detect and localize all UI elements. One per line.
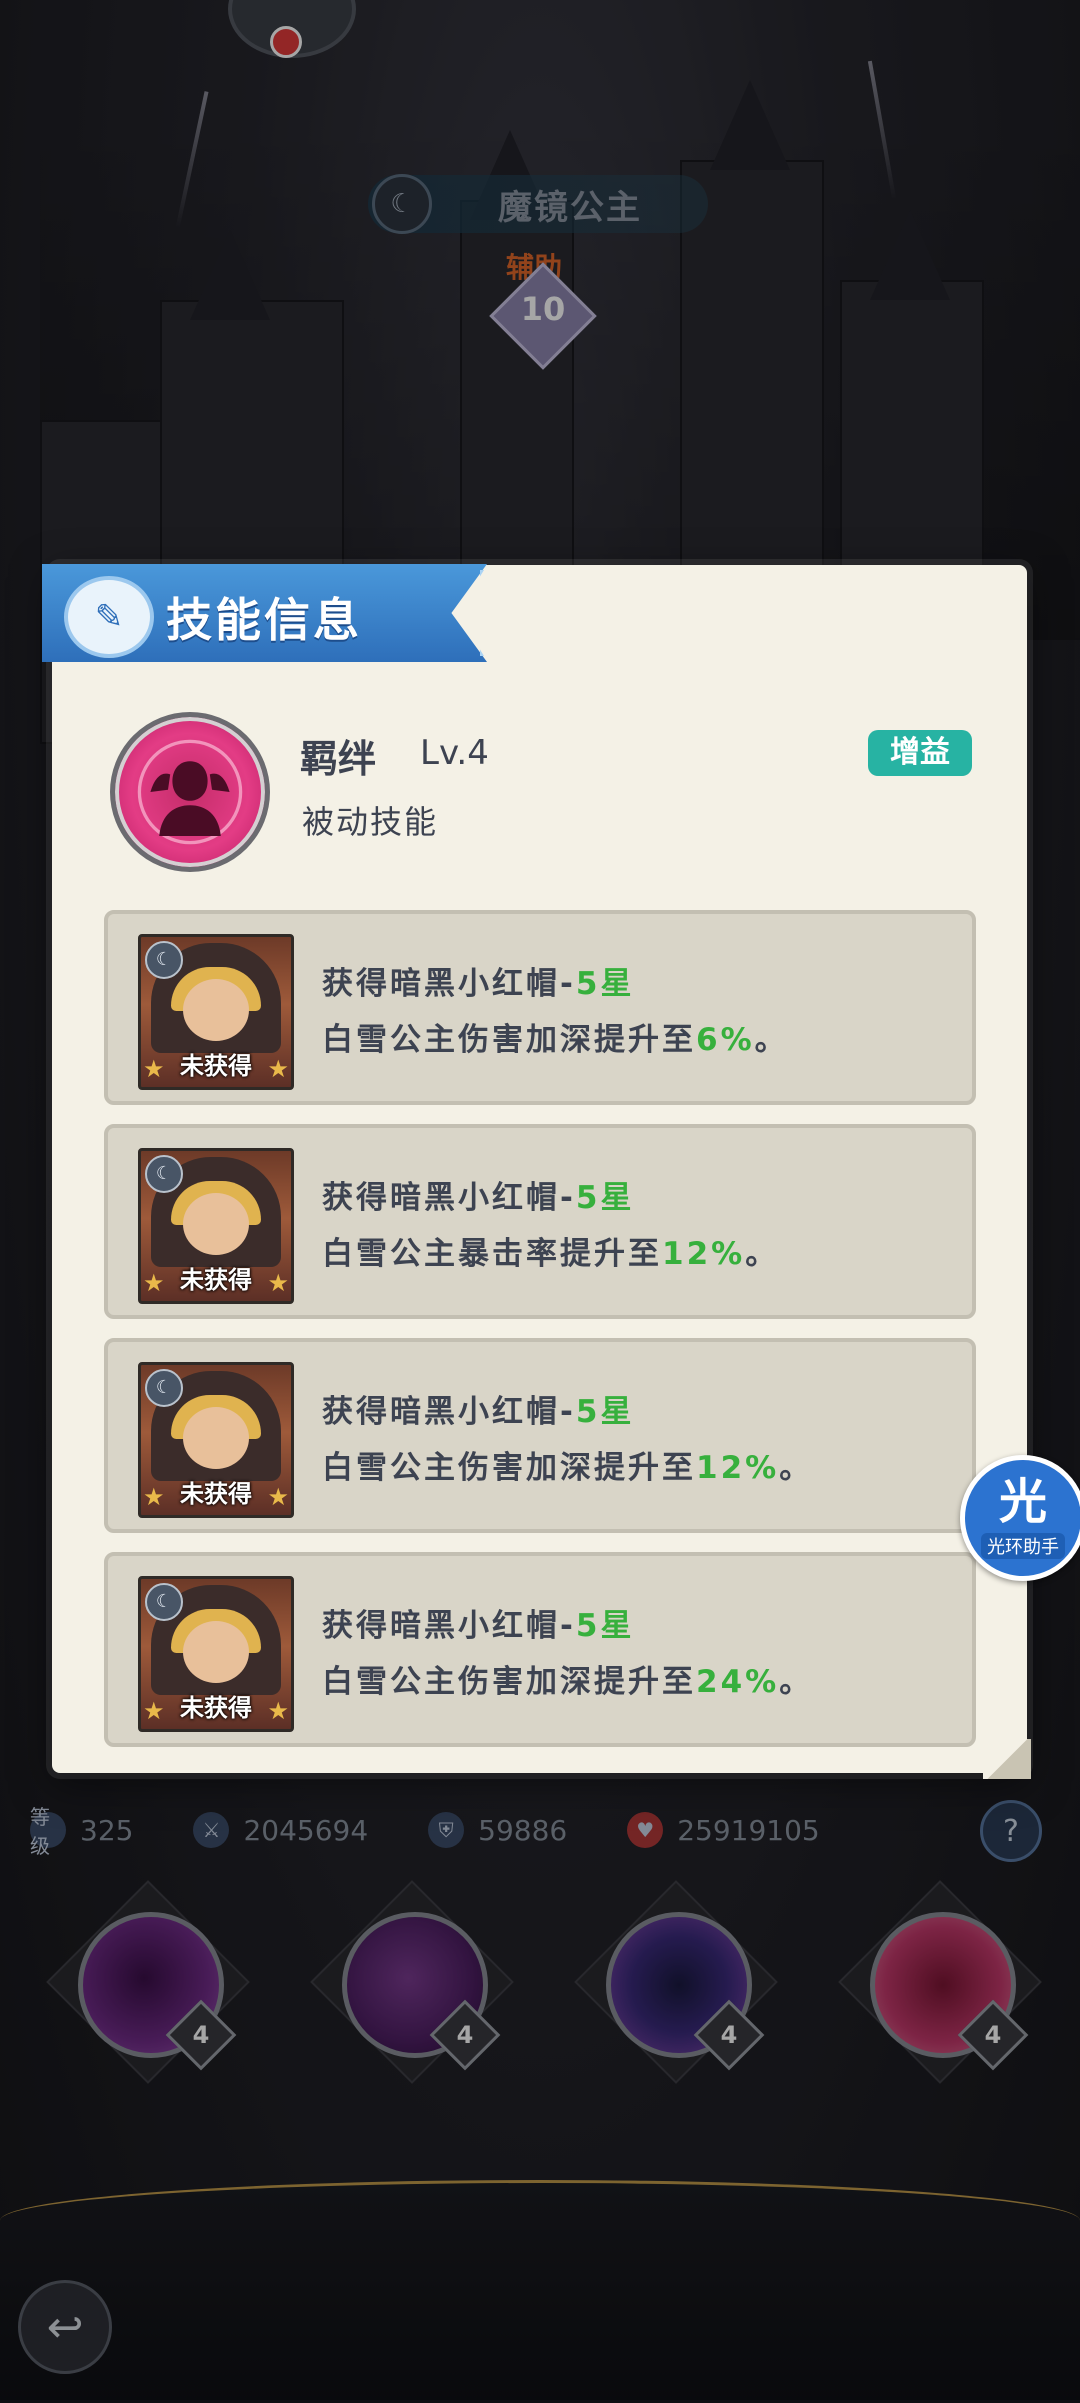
buff-badge: 增益	[868, 730, 972, 776]
bond-skill-large-icon	[110, 712, 270, 872]
modal-title: 技能信息	[166, 593, 362, 647]
faction-crest-icon: ☾	[145, 1155, 183, 1193]
skill-name: 羁绊	[300, 737, 377, 781]
condition-effect: 白雪公主伤害加深提升至6%。	[322, 1022, 789, 1058]
page-curl-corner	[983, 1739, 1031, 1779]
portrait-status: 未获得	[180, 1266, 252, 1294]
condition-card: ☾ ★ ★ 未获得 获得暗黑小红帽-5星 白雪公主伤害加深提升至6%。	[104, 910, 976, 1105]
condition-card: ☾ ★ ★ 未获得 获得暗黑小红帽-5星 白雪公主伤害加深提升至24%。	[104, 1552, 976, 1747]
hero-portrait[interactable]: ☾ ★ ★ 未获得	[138, 1148, 294, 1304]
condition-requirement: 获得暗黑小红帽-5星	[322, 1180, 635, 1216]
skill-level: Lv.4	[420, 733, 489, 773]
portrait-status: 未获得	[180, 1694, 252, 1722]
faction-crest-icon: ☾	[145, 1583, 183, 1621]
silhouette-icon	[137, 739, 243, 845]
portrait-status: 未获得	[180, 1052, 252, 1080]
condition-effect: 白雪公主暴击率提升至12%。	[322, 1236, 780, 1272]
hero-portrait[interactable]: ☾ ★ ★ 未获得	[138, 1362, 294, 1518]
helper-label: 光环助手	[981, 1533, 1065, 1559]
helper-glyph: 光	[998, 1474, 1047, 1530]
halo-assistant-button[interactable]: 光 光环助手	[960, 1455, 1080, 1581]
condition-card: ☾ ★ ★ 未获得 获得暗黑小红帽-5星 白雪公主暴击率提升至12%。	[104, 1124, 976, 1319]
hero-portrait[interactable]: ☾ ★ ★ 未获得	[138, 1576, 294, 1732]
condition-card: ☾ ★ ★ 未获得 获得暗黑小红帽-5星 白雪公主伤害加深提升至12%。	[104, 1338, 976, 1533]
skill-type: 被动技能	[302, 803, 439, 841]
condition-effect: 白雪公主伤害加深提升至24%。	[322, 1664, 814, 1700]
condition-requirement: 获得暗黑小红帽-5星	[322, 1608, 635, 1644]
scroll-icon: ✎	[64, 576, 154, 658]
faction-crest-icon: ☾	[145, 1369, 183, 1407]
condition-effect: 白雪公主伤害加深提升至12%。	[322, 1450, 814, 1486]
condition-requirement: 获得暗黑小红帽-5星	[322, 966, 635, 1002]
hero-portrait[interactable]: ☾ ★ ★ 未获得	[138, 934, 294, 1090]
faction-crest-icon: ☾	[145, 941, 183, 979]
condition-requirement: 获得暗黑小红帽-5星	[322, 1394, 635, 1430]
portrait-status: 未获得	[180, 1480, 252, 1508]
